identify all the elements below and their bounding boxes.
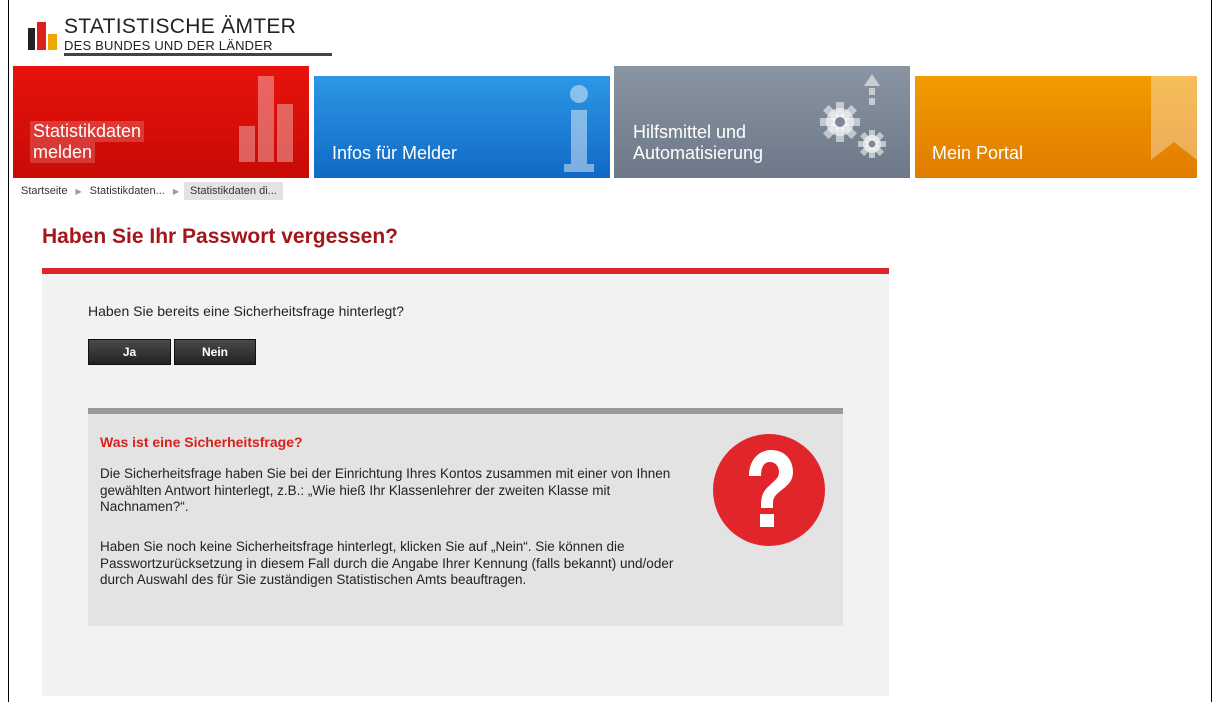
info-box: Was ist eine Sicherheitsfrage? Die Siche… <box>88 408 843 626</box>
bar-chart-icon <box>239 76 293 162</box>
info-icon <box>564 85 594 172</box>
nav-tile-infos-fuer-melder[interactable]: Infos für Melder <box>314 76 610 178</box>
nav-tile-label: Statistikdaten melden <box>30 121 145 163</box>
info-title: Was ist eine Sicherheitsfrage? <box>100 434 303 450</box>
logo-rule <box>64 53 332 56</box>
main-navigation: Statistikdaten melden Infos für Melder H… <box>13 66 1197 178</box>
gears-icon <box>820 74 886 158</box>
yes-button[interactable]: Ja <box>88 339 171 365</box>
nav-tile-statistikdaten-melden[interactable]: Statistikdaten melden <box>13 66 309 178</box>
window-frame-right <box>1211 0 1212 702</box>
site-logo[interactable]: STATISTISCHE ÄMTER DES BUNDES UND DER LÄ… <box>28 16 332 56</box>
breadcrumb-item-current: Statistikdaten di... <box>184 182 283 200</box>
nav-tile-hilfsmittel[interactable]: Hilfsmittel und Automatisierung <box>614 66 910 178</box>
security-question-prompt: Haben Sie bereits eine Sicherheitsfrage … <box>88 303 404 319</box>
nav-tile-label: Hilfsmittel und Automatisierung <box>633 122 764 163</box>
logo-subtitle: DES BUNDES UND DER LÄNDER <box>64 38 273 53</box>
no-button[interactable]: Nein <box>174 339 256 365</box>
breadcrumb: Startseite ▶ Statistikdaten... ▶ Statist… <box>18 182 283 200</box>
page-title: Haben Sie Ihr Passwort vergessen? <box>42 225 398 248</box>
bookmark-icon <box>1151 76 1197 160</box>
content-panel: Haben Sie bereits eine Sicherheitsfrage … <box>42 268 889 696</box>
nav-tile-label: Mein Portal <box>932 143 1024 163</box>
chevron-right-icon: ▶ <box>172 186 179 196</box>
breadcrumb-item-statistikdaten[interactable]: Statistikdaten... <box>87 185 168 197</box>
window-frame-left <box>8 0 9 702</box>
chevron-right-icon: ▶ <box>75 186 82 196</box>
logo-title: STATISTISCHE ÄMTER <box>64 15 297 38</box>
info-paragraph-1: Die Sicherheitsfrage haben Sie bei der E… <box>100 466 671 514</box>
nav-tile-mein-portal[interactable]: Mein Portal <box>915 76 1197 178</box>
logo-bars-icon <box>28 20 60 50</box>
question-mark-icon <box>713 434 825 546</box>
nav-tile-label: Infos für Melder <box>332 143 458 163</box>
info-paragraph-2: Haben Sie noch keine Sicherheitsfrage hi… <box>100 539 674 587</box>
breadcrumb-item-startseite[interactable]: Startseite <box>18 185 70 197</box>
